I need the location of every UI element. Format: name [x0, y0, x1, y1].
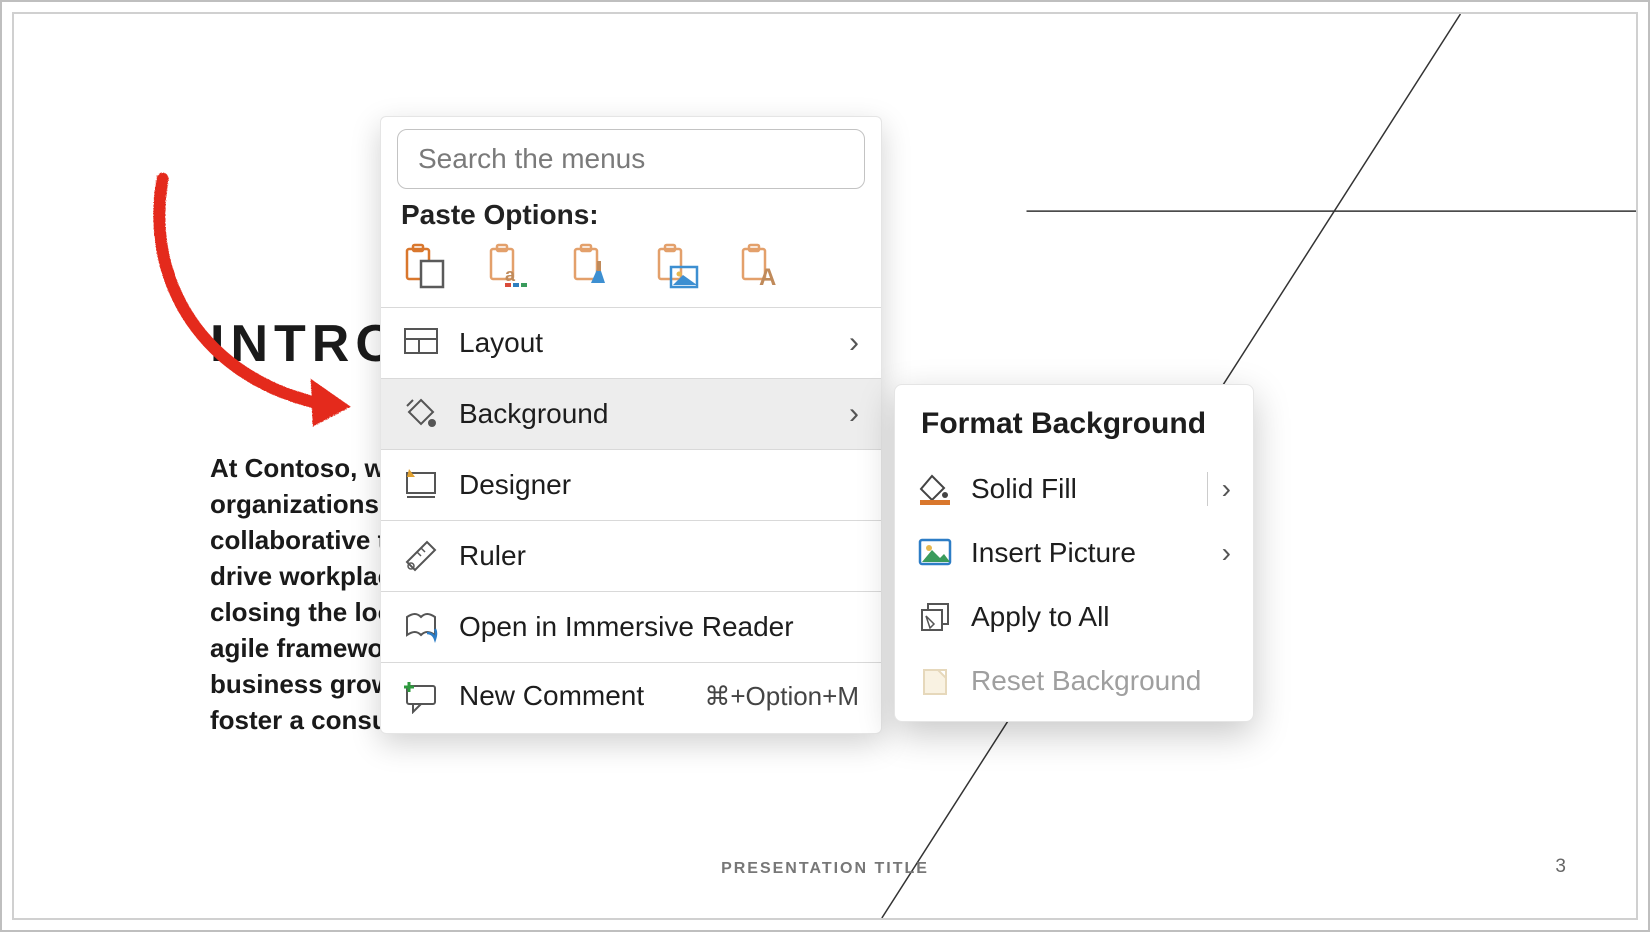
menu-item-label: Ruler: [459, 540, 859, 572]
chevron-right-icon: ›: [849, 326, 859, 360]
paste-icon-picture[interactable]: [569, 243, 617, 291]
chevron-right-icon: ›: [849, 397, 859, 431]
new-comment-icon: [403, 678, 439, 714]
menu-item-ruler[interactable]: Ruler: [381, 521, 881, 591]
ruler-icon: [403, 538, 439, 574]
context-menu: Paste Options: a A Layout ›: [380, 116, 882, 734]
submenu-item-solid-fill[interactable]: Solid Fill ›: [895, 457, 1253, 521]
submenu-item-insert-picture[interactable]: Insert Picture ›: [895, 521, 1253, 585]
immersive-reader-icon: [403, 609, 439, 645]
submenu-item-apply-to-all[interactable]: Apply to All: [895, 585, 1253, 649]
split-divider: [1207, 472, 1208, 506]
menu-search-input[interactable]: [397, 129, 865, 189]
menu-item-label: New Comment: [459, 680, 704, 712]
paint-bucket-icon: [917, 471, 953, 507]
format-background-submenu: Format Background Solid Fill › Insert Pi…: [894, 384, 1254, 722]
annotation-arrow: [132, 168, 372, 428]
paste-icon-keep-source[interactable]: [401, 243, 449, 291]
menu-item-designer[interactable]: Designer: [381, 450, 881, 520]
svg-text:a: a: [505, 265, 516, 285]
chevron-right-icon: ›: [1222, 473, 1231, 505]
menu-item-label: Designer: [459, 469, 859, 501]
submenu-item-label: Apply to All: [971, 601, 1231, 633]
designer-icon: [403, 467, 439, 503]
background-icon: [403, 396, 439, 432]
menu-item-layout[interactable]: Layout ›: [381, 308, 881, 378]
paste-icon-text-only[interactable]: A: [737, 243, 785, 291]
menu-shortcut: ⌘+Option+M: [704, 681, 859, 712]
apply-all-icon: [917, 599, 953, 635]
layout-icon: [403, 325, 439, 361]
paste-options-label: Paste Options:: [401, 199, 861, 231]
submenu-item-label: Insert Picture: [971, 537, 1222, 569]
chevron-right-icon: ›: [1222, 537, 1231, 569]
menu-item-label: Open in Immersive Reader: [459, 611, 859, 643]
menu-item-label: Background: [459, 398, 849, 430]
paste-options-row: a A: [395, 243, 867, 307]
picture-icon: [917, 535, 953, 571]
submenu-title: Format Background: [895, 401, 1253, 457]
app-frame: INTRODUCTION At Contoso, we empower orga…: [0, 0, 1650, 932]
footer-page-number: 3: [1555, 856, 1566, 878]
submenu-item-reset-background: Reset Background: [895, 649, 1253, 713]
menu-item-immersive-reader[interactable]: Open in Immersive Reader: [381, 592, 881, 662]
menu-item-background[interactable]: Background ›: [381, 379, 881, 449]
paste-icon-destination-theme[interactable]: a: [485, 243, 533, 291]
reset-background-icon: [917, 663, 953, 699]
svg-text:A: A: [759, 264, 776, 291]
menu-search-wrap: [397, 129, 865, 189]
footer-presentation-title: PRESENTATION TITLE: [14, 860, 1636, 878]
paste-icon-image[interactable]: [653, 243, 701, 291]
submenu-item-label: Solid Fill: [971, 473, 1193, 505]
submenu-item-label: Reset Background: [971, 665, 1231, 697]
menu-item-label: Layout: [459, 327, 849, 359]
menu-item-new-comment[interactable]: New Comment ⌘+Option+M: [381, 663, 881, 733]
